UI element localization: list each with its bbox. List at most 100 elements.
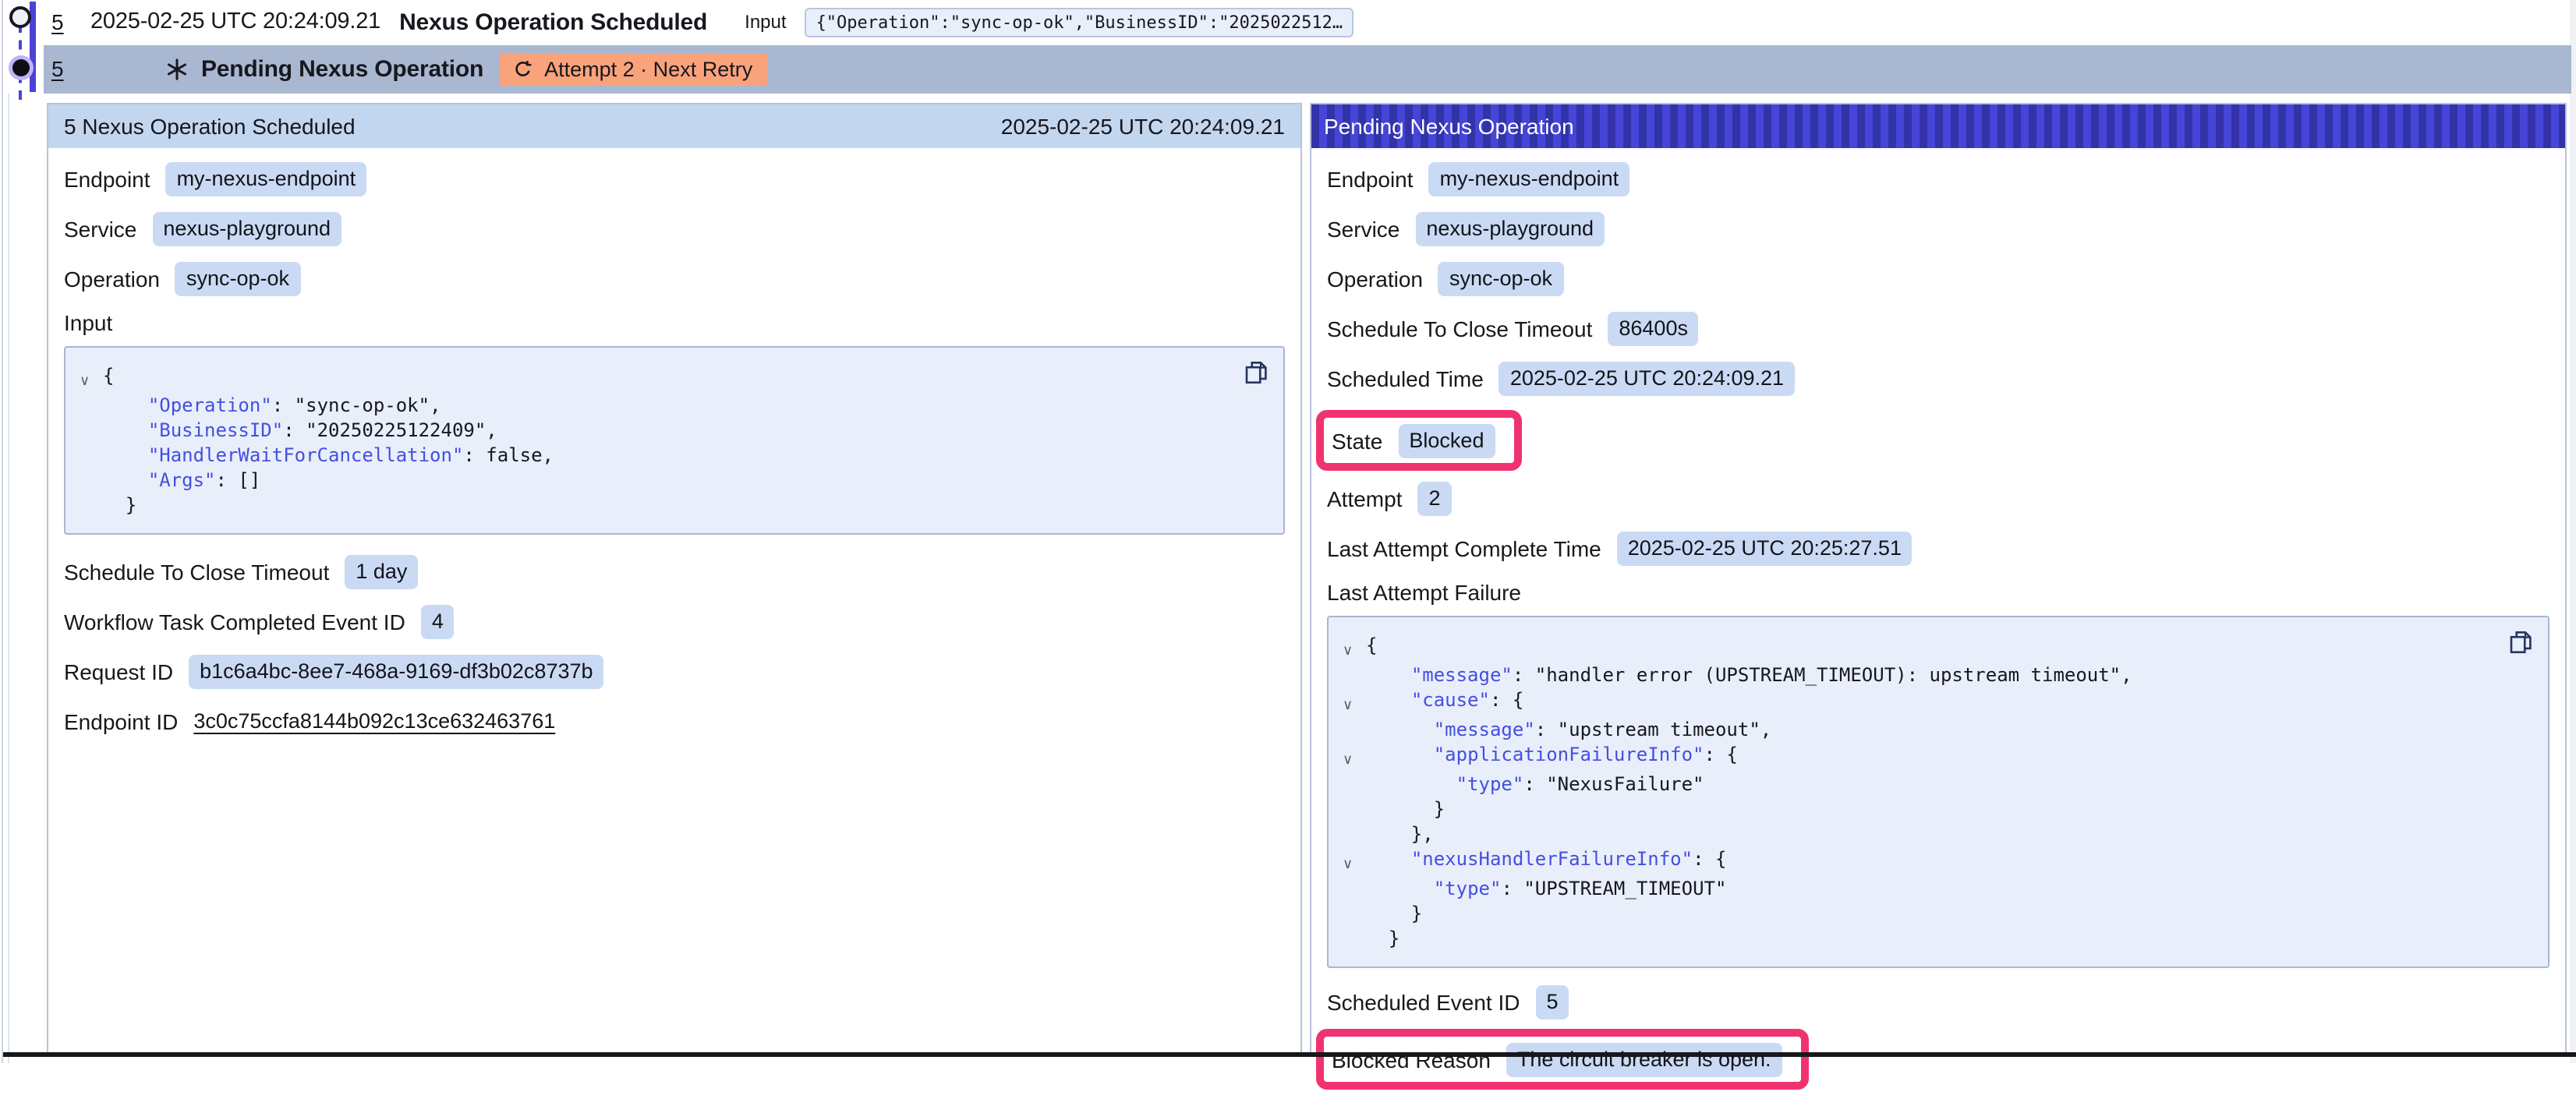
field-value-chip: 2 xyxy=(1418,481,1452,515)
code-line: } xyxy=(1338,797,2532,822)
copy-icon[interactable] xyxy=(1244,360,1268,385)
collapse-chevron-icon[interactable]: ∨ xyxy=(75,363,103,393)
collapse-chevron-icon[interactable]: ∨ xyxy=(1338,742,1366,772)
code-gutter xyxy=(1338,717,1366,742)
field-operation: Operation sync-op-ok xyxy=(64,260,1285,296)
code-text: "BusinessID": "20250225122409", xyxy=(103,418,497,443)
field-value-chip: 4 xyxy=(421,604,455,638)
code-text: "message": "handler error (UPSTREAM_TIME… xyxy=(1366,663,2132,687)
collapse-chevron-icon[interactable]: ∨ xyxy=(1338,846,1366,876)
vertical-scrollbar[interactable] xyxy=(2570,0,2576,1063)
code-text: "message": "upstream timeout", xyxy=(1366,717,1771,742)
field-label: Endpoint ID xyxy=(64,709,178,733)
event-row-pending-nexus-operation[interactable]: 5 Pending Nexus Operation Attempt 2 · Ne… xyxy=(44,44,2571,93)
code-gutter xyxy=(1338,663,1366,687)
failure-json-viewer: ∨{ "message": "handler error (UPSTREAM_T… xyxy=(1327,616,2549,968)
field-value-chip: 2025-02-25 UTC 20:24:09.21 xyxy=(1499,361,1795,395)
temporal-event-history-view: 5 2025-02-25 UTC 20:24:09.21 Nexus Opera… xyxy=(0,0,2576,1063)
code-line: } xyxy=(75,493,1268,518)
field-operation: Operation sync-op-ok xyxy=(1327,260,2549,296)
code-line: "message": "handler error (UPSTREAM_TIME… xyxy=(1338,663,2532,687)
field-value-chip: sync-op-ok xyxy=(1438,261,1563,295)
annotation-highlight-blocked-reason: Blocked Reason The circuit breaker is op… xyxy=(1316,1029,1809,1090)
retry-badge-label: Attempt 2 · Next Retry xyxy=(544,57,752,80)
code-line: "type": "UPSTREAM_TIMEOUT" xyxy=(1338,876,2532,901)
collapse-chevron-icon[interactable]: ∨ xyxy=(1338,633,1366,663)
code-text: "type": "UPSTREAM_TIMEOUT" xyxy=(1366,876,1726,901)
code-line: ∨ "nexusHandlerFailureInfo": { xyxy=(1338,846,2532,876)
code-line: "HandlerWaitForCancellation": false, xyxy=(75,443,1268,468)
field-label: Last Attempt Complete Time xyxy=(1327,535,1601,560)
field-label: Attempt xyxy=(1327,486,1403,511)
event-name: Nexus Operation Scheduled xyxy=(399,9,707,35)
code-line: "Args": [] xyxy=(75,468,1268,493)
field-label: Operation xyxy=(64,266,160,291)
code-gutter xyxy=(1338,822,1366,846)
code-line: ∨{ xyxy=(1338,633,2532,663)
input-section-label: Input xyxy=(64,310,1285,337)
code-text: } xyxy=(1366,926,1399,951)
code-text: }, xyxy=(1366,822,1434,846)
code-line: "message": "upstream timeout", xyxy=(1338,717,2532,742)
field-value-chip: my-nexus-endpoint xyxy=(166,161,367,196)
event-id-link[interactable]: 5 xyxy=(51,9,90,34)
timeline-filled-circle-icon xyxy=(12,59,29,76)
field-value-chip: 1 day xyxy=(345,554,418,588)
code-line: "type": "NexusFailure" xyxy=(1338,772,2532,797)
field-label: Service xyxy=(1327,216,1399,241)
panel-header-scheduled: 5 Nexus Operation Scheduled 2025-02-25 U… xyxy=(48,104,1300,148)
code-line: }, xyxy=(1338,822,2532,846)
code-line: ∨ "cause": { xyxy=(1338,687,2532,717)
input-inline-label: Input xyxy=(745,11,786,33)
code-gutter xyxy=(1338,876,1366,901)
field-service: Service nexus-playground xyxy=(64,210,1285,246)
code-line: "Operation": "sync-op-ok", xyxy=(75,393,1268,418)
field-label: Service xyxy=(64,216,136,241)
code-gutter xyxy=(75,493,103,518)
input-json-viewer: ∨{ "Operation": "sync-op-ok", "BusinessI… xyxy=(64,346,1285,535)
last-attempt-failure-label: Last Attempt Failure xyxy=(1327,580,2549,606)
field-label: Endpoint xyxy=(1327,166,1414,191)
code-text: } xyxy=(1366,901,1422,926)
field-blocked-reason: Blocked Reason The circuit breaker is op… xyxy=(1332,1041,1782,1077)
field-value-chip: 2025-02-25 UTC 20:25:27.51 xyxy=(1617,531,1913,565)
timeline-open-circle-icon xyxy=(9,6,31,28)
event-name: Pending Nexus Operation xyxy=(201,55,483,82)
field-label: Schedule To Close Timeout xyxy=(64,559,329,584)
blocked-reason-value-chip: The circuit breaker is open. xyxy=(1506,1042,1782,1076)
retry-icon xyxy=(513,58,533,79)
event-detail-panel-pending: Pending Nexus Operation Endpoint my-nexu… xyxy=(1310,103,2567,1054)
code-text: "Operation": "sync-op-ok", xyxy=(103,393,441,418)
field-workflow-task-completed-event-id: Workflow Task Completed Event ID 4 xyxy=(64,603,1285,639)
code-text: "applicationFailureInfo": { xyxy=(1366,742,1738,772)
field-label: Request ID xyxy=(64,659,173,684)
code-line: } xyxy=(1338,926,2532,951)
field-last-attempt-complete-time: Last Attempt Complete Time 2025-02-25 UT… xyxy=(1327,530,2549,566)
code-text: { xyxy=(1366,633,1377,663)
code-gutter xyxy=(75,418,103,443)
field-request-id: Request ID b1c6a4bc-8ee7-468a-9169-df3b0… xyxy=(64,653,1285,689)
field-label: Blocked Reason xyxy=(1332,1047,1491,1072)
code-gutter xyxy=(1338,797,1366,822)
event-row-nexus-operation-scheduled[interactable]: 5 2025-02-25 UTC 20:24:09.21 Nexus Opera… xyxy=(44,0,2570,44)
panel-timestamp: 2025-02-25 UTC 20:24:09.21 xyxy=(1001,114,1285,139)
field-label: State xyxy=(1332,428,1382,453)
collapse-chevron-icon[interactable]: ∨ xyxy=(1338,687,1366,717)
code-line: ∨{ xyxy=(75,363,1268,393)
field-value-chip: my-nexus-endpoint xyxy=(1429,161,1630,196)
copy-icon[interactable] xyxy=(2509,630,2532,655)
field-label: Endpoint xyxy=(64,166,150,191)
code-gutter xyxy=(1338,772,1366,797)
field-value-chip: nexus-playground xyxy=(1415,211,1605,246)
field-value-chip: nexus-playground xyxy=(152,211,341,246)
field-scheduled-time: Scheduled Time 2025-02-25 UTC 20:24:09.2… xyxy=(1327,360,2549,396)
endpoint-id-link[interactable]: 3c0c75ccfa8144b092c13ce632463761 xyxy=(193,709,555,733)
field-attempt: Attempt 2 xyxy=(1327,480,2549,516)
expanded-row-bottom-divider xyxy=(3,1052,2576,1057)
panel-title: 5 Nexus Operation Scheduled xyxy=(64,114,356,139)
event-id-link[interactable]: 5 xyxy=(51,56,90,81)
code-text: "cause": { xyxy=(1366,687,1523,717)
code-line: } xyxy=(1338,901,2532,926)
detail-row-left-border xyxy=(8,94,9,1063)
code-text: "nexusHandlerFailureInfo": { xyxy=(1366,846,1726,876)
